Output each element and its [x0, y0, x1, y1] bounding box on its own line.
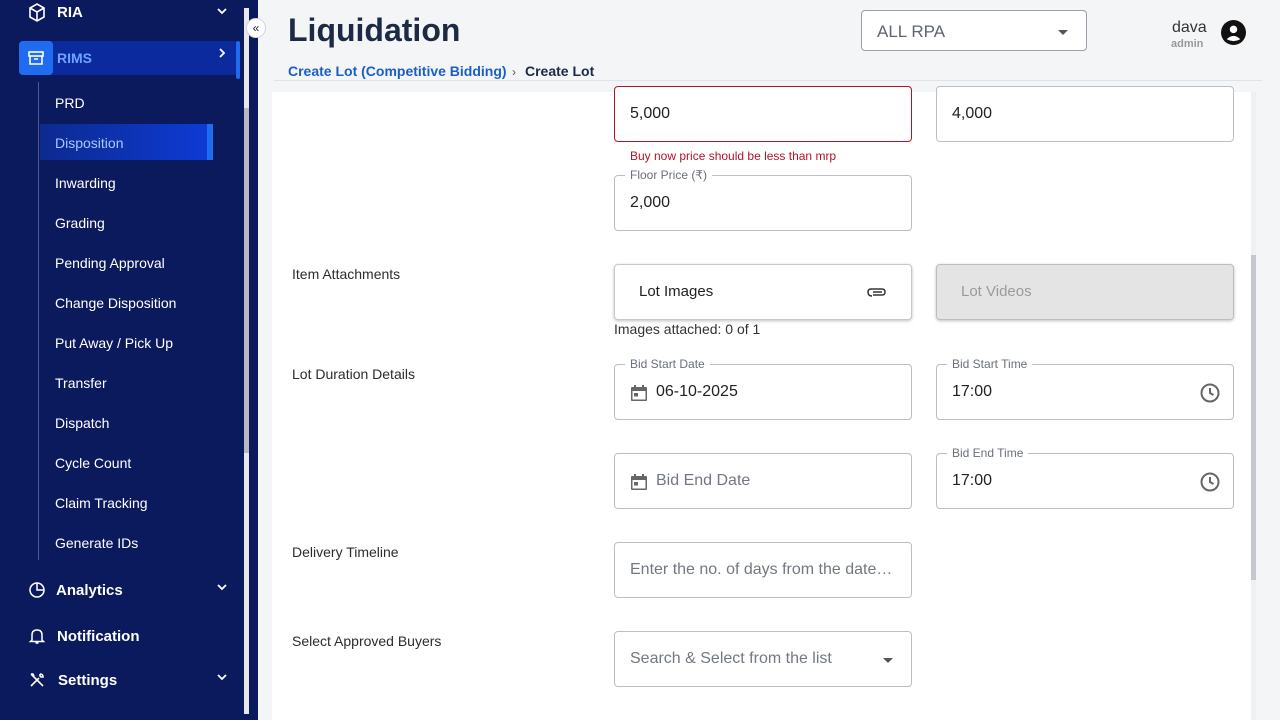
- buy-now-price-field[interactable]: 5,000: [614, 86, 912, 142]
- paperclip-icon: [867, 288, 886, 297]
- floor-price-value: 2,000: [630, 194, 671, 211]
- header-divider: [274, 80, 1262, 81]
- main-scrollbar-thumb[interactable]: [1251, 255, 1256, 580]
- bid-end-time-label: Bid End Time: [947, 446, 1029, 460]
- sidebar-item-settings[interactable]: Settings: [27, 670, 117, 690]
- user-role: admin: [1171, 38, 1204, 50]
- bid-start-date-field[interactable]: Bid Start Date 06-10-2025: [614, 357, 912, 420]
- sidebar-sub-dispatch[interactable]: Dispatch: [55, 415, 109, 431]
- sidebar-item-notification[interactable]: Notification: [27, 626, 140, 646]
- sidebar-item-label: RIMS: [57, 50, 92, 66]
- clock-icon[interactable]: [1199, 471, 1221, 493]
- breadcrumb-current: Create Lot: [525, 63, 595, 79]
- chevron-down-icon[interactable]: [217, 582, 227, 592]
- bid-start-date-value: 06-10-2025: [656, 383, 738, 400]
- rpa-select-value: ALL RPA: [877, 22, 946, 41]
- sidebar-sub-claim-tracking[interactable]: Claim Tracking: [55, 495, 148, 511]
- tools-icon: [27, 670, 47, 690]
- box-icon: [27, 2, 47, 22]
- calendar-icon[interactable]: [629, 472, 649, 492]
- sidebar-item-label: Analytics: [56, 581, 123, 599]
- chevron-down-icon[interactable]: [217, 6, 227, 16]
- sidebar-sub-change-disposition[interactable]: Change Disposition: [55, 295, 176, 311]
- active-indicator: [236, 41, 240, 79]
- price-field-right-value: 4,000: [952, 105, 993, 122]
- calendar-icon[interactable]: [629, 383, 649, 403]
- chevron-right-icon[interactable]: [217, 48, 227, 58]
- sidebar-item-label: RIA: [57, 3, 83, 21]
- sidebar-item-label: Notification: [57, 627, 140, 645]
- price-field-right[interactable]: 4,000: [936, 86, 1234, 142]
- delivery-timeline-label: Delivery Timeline: [292, 544, 399, 560]
- submenu-guide-line: [38, 82, 39, 560]
- floor-price-label: Floor Price (₹): [625, 168, 712, 182]
- bid-end-date-placeholder: Bid End Date: [656, 472, 751, 489]
- buy-now-price-value: 5,000: [630, 105, 671, 122]
- delivery-days-input[interactable]: Enter the no. of days from the date of b…: [614, 542, 912, 598]
- sidebar-item-label: Settings: [58, 671, 118, 689]
- buy-now-price-error: Buy now price should be less than mrp: [630, 149, 837, 163]
- bid-end-time-field[interactable]: Bid End Time 17:00: [936, 446, 1234, 509]
- page-title: Liquidation: [288, 12, 461, 48]
- sidebar-sub-generate-ids[interactable]: Generate IDs: [55, 535, 138, 551]
- sidebar-item-rims-label: RIMS: [57, 49, 92, 67]
- bid-end-date-field[interactable]: Bid End Date: [614, 453, 912, 509]
- dropdown-arrow-icon: [1058, 30, 1068, 35]
- sidebar-sub-put-away[interactable]: Put Away / Pick Up: [55, 335, 173, 351]
- archive-icon: [19, 41, 53, 75]
- bell-icon: [27, 626, 47, 646]
- dropdown-arrow-icon: [883, 658, 893, 663]
- lot-images-label: Lot Images: [639, 283, 714, 300]
- breadcrumb-parent-link[interactable]: Create Lot (Competitive Bidding): [288, 63, 507, 79]
- approved-buyers-placeholder: Search & Select from the list: [630, 650, 832, 667]
- main-area: Liquidation ALL RPA dava admin Create Lo…: [258, 0, 1280, 720]
- bid-start-date-label: Bid Start Date: [625, 357, 710, 371]
- sidebar: RIA RIMS PRD Disposition Inwarding Gradi…: [0, 0, 258, 720]
- delivery-days-placeholder: Enter the no. of days from the date of b…: [630, 561, 895, 578]
- sidebar-sub-disposition[interactable]: Disposition: [55, 135, 123, 151]
- item-attachments-label: Item Attachments: [292, 266, 401, 282]
- account-circle-icon[interactable]: [1221, 20, 1246, 45]
- lot-images-upload[interactable]: Lot Images: [614, 264, 912, 320]
- sidebar-sub-prd[interactable]: PRD: [55, 95, 85, 111]
- sidebar-sub-cycle-count[interactable]: Cycle Count: [55, 455, 131, 471]
- chevron-down-icon[interactable]: [217, 672, 227, 682]
- user-name: dava: [1172, 19, 1207, 36]
- form-card: 5,000 Buy now price should be less than …: [272, 86, 1256, 720]
- sidebar-scrollbar-thumb[interactable]: [244, 108, 249, 453]
- approved-buyers-select[interactable]: Search & Select from the list: [614, 631, 912, 687]
- sidebar-item-ria[interactable]: RIA: [27, 2, 83, 22]
- floor-price-field[interactable]: Floor Price (₹) 2,000: [614, 168, 912, 231]
- lot-videos-upload: Lot Videos: [936, 264, 1234, 320]
- lot-duration-label: Lot Duration Details: [292, 366, 415, 382]
- sidebar-sub-transfer[interactable]: Transfer: [55, 375, 107, 391]
- images-attached-count: Images attached: 0 of 1: [614, 321, 761, 337]
- active-sub-indicator: [207, 124, 213, 160]
- bid-end-time-value: 17:00: [952, 472, 993, 489]
- bid-start-time-label: Bid Start Time: [947, 357, 1033, 371]
- approved-buyers-label: Select Approved Buyers: [292, 633, 442, 649]
- bid-start-time-field[interactable]: Bid Start Time 17:00: [936, 357, 1234, 420]
- sidebar-sub-inwarding[interactable]: Inwarding: [55, 175, 116, 191]
- bid-start-time-value: 17:00: [952, 383, 993, 400]
- pie-chart-icon: [27, 580, 47, 600]
- rpa-select[interactable]: ALL RPA: [861, 10, 1087, 51]
- sidebar-sub-pending-approval[interactable]: Pending Approval: [55, 255, 165, 271]
- breadcrumb-separator-icon: ›: [512, 65, 516, 79]
- sidebar-item-analytics[interactable]: Analytics: [27, 580, 123, 600]
- clock-icon[interactable]: [1199, 382, 1221, 404]
- sidebar-sub-grading[interactable]: Grading: [55, 215, 105, 231]
- lot-videos-label: Lot Videos: [961, 283, 1032, 300]
